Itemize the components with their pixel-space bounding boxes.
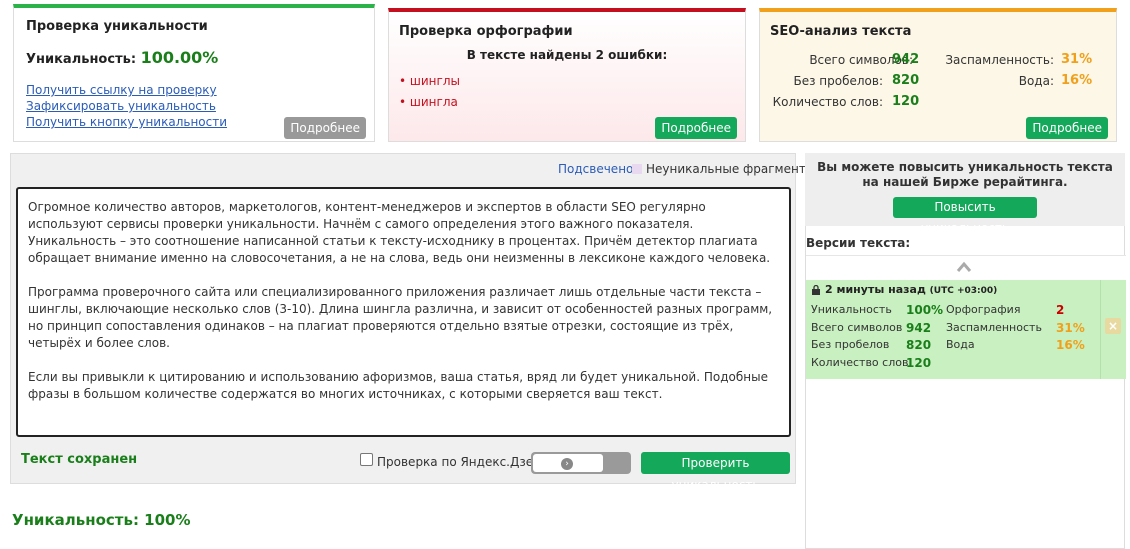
version-spam-label: Заспамленность [946,321,1042,334]
version-words-label: Количество слов [811,356,909,369]
toggle-switch[interactable]: › [531,452,631,474]
promo-text: Вы можете повысить уникальность текста н… [817,160,1113,189]
version-time: 2 минуты назад (UTC +03:00) [825,283,998,296]
legend-label: Неуникальные фрагменты [646,162,816,176]
get-check-link[interactable]: Получить ссылку на проверку [26,83,217,97]
seo-card: SEO-анализ текста Всего символов: 942 Бе… [759,8,1117,142]
version-water-label: Вода [946,338,975,351]
legend-swatch [632,164,642,174]
version-uniq-value: 100% [906,303,944,317]
yandex-checkbox-label: Проверка по Яндекс.Дзен [377,455,541,469]
promo-box: Вы можете повысить уникальность текста н… [805,153,1125,235]
uniqueness-label: Уникальность: 100.00% [26,48,219,67]
spelling-card-title: Проверка орфографии [399,24,573,39]
seo-spam-label: Заспамленность: [945,53,1054,67]
version-spelling-label: Орфография [946,303,1021,316]
spelling-error-item: • шингла [399,95,458,109]
editor-paragraph: Огромное количество авторов, маркетолого… [28,200,771,265]
seo-total-chars-value: 942 [892,52,920,67]
check-uniqueness-button[interactable]: Проверить уникальность [641,452,790,492]
uniqueness-more-button[interactable]: Подробнее [284,117,366,139]
lock-icon [812,285,820,295]
versions-header [806,255,1126,280]
seo-words-label: Количество слов: [772,95,883,109]
uniqueness-card-title: Проверка уникальности [26,19,208,34]
seo-more-button[interactable]: Подробнее [1026,117,1108,139]
seo-no-spaces-value: 820 [892,73,920,88]
version-spelling-value: 2 [1056,303,1065,317]
promo-button[interactable]: Повысить уникальность [893,197,1037,235]
fix-uniqueness-link[interactable]: Зафиксировать уникальность [26,99,216,113]
version-nospace-label: Без пробелов [811,338,890,351]
version-uniq-label: Уникальность [811,303,892,316]
versions-title: Версии текста: [806,236,911,250]
seo-card-title: SEO-анализ текста [770,24,912,39]
spelling-more-button[interactable]: Подробнее [655,117,737,139]
seo-words-value: 120 [892,94,920,109]
version-delete[interactable]: × [1100,280,1126,379]
chevron-up-icon[interactable] [956,261,972,273]
text-editor[interactable]: Огромное количество авторов, маркетолого… [16,187,791,437]
toggle-icon: › [561,458,573,470]
seo-water-label: Вода: [1018,74,1054,88]
seo-no-spaces-label: Без пробелов: [793,74,883,88]
highlight-label: Подсвечено: [558,162,638,176]
version-water-value: 16% [1056,338,1085,352]
uniqueness-value: 100.00% [140,48,219,67]
version-nospace-value: 820 [906,338,932,352]
version-words-value: 120 [906,356,932,370]
editor-paragraph: Программа проверочного сайта или специал… [28,285,773,350]
spelling-card: Проверка орфографии В тексте найдены 2 о… [388,8,746,142]
spelling-error-item: • шинглы [399,74,460,88]
close-icon[interactable]: × [1105,318,1121,334]
get-uniqueness-button-link[interactable]: Получить кнопку уникальности [26,115,227,129]
version-spam-value: 31% [1056,321,1085,335]
uniqueness-card: Проверка уникальности Уникальность: 100.… [13,4,375,142]
seo-water-value: 16% [1061,73,1093,88]
spelling-subtitle: В тексте найдены 2 ошибки: [466,48,668,62]
saved-status: Текст сохранен [21,452,138,467]
version-total-label: Всего символов [811,321,903,334]
version-item[interactable]: 2 минуты назад (UTC +03:00) Уникальность… [806,280,1100,379]
version-total-value: 942 [906,321,932,335]
result-uniqueness: Уникальность: 100% [12,511,191,529]
seo-spam-value: 31% [1061,52,1093,67]
yandex-checkbox[interactable] [360,453,373,466]
editor-paragraph: Если вы привыкли к цитированию и использ… [28,370,768,401]
